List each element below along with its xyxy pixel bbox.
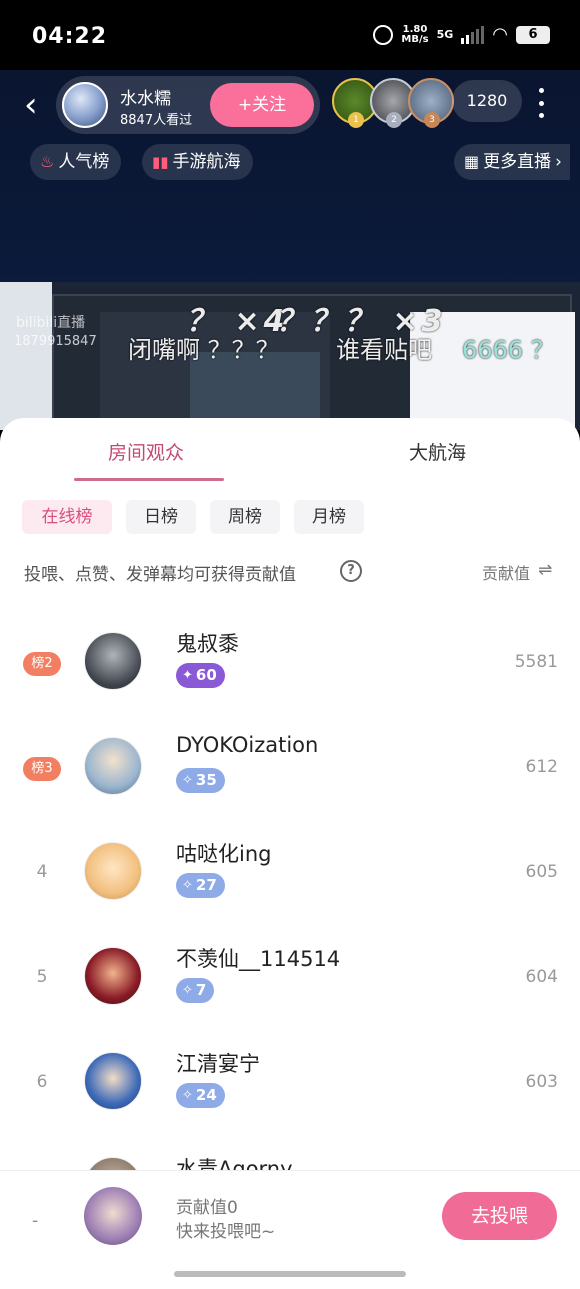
mobile-fleet-chip[interactable]: ▮▮ 手游航海 <box>142 144 253 180</box>
contribution-score: 603 <box>525 1072 558 1092</box>
feed-button[interactable]: 去投喂 <box>442 1192 557 1240</box>
signal-icon <box>461 25 485 44</box>
rank-tab-monthly[interactable]: 月榜 <box>294 500 364 534</box>
username: 咕哒化ing <box>176 842 272 866</box>
more-live-label: 更多直播 <box>483 152 552 172</box>
my-contribution: 贡献值0 <box>176 1198 238 1218</box>
level-value: 27 <box>195 876 217 894</box>
sort-swap-icon[interactable]: ⇌ <box>538 560 552 580</box>
feed-prompt: 快来投喂吧~ <box>176 1222 276 1242</box>
my-avatar[interactable] <box>84 1187 142 1245</box>
username: 鬼叔黍 <box>176 632 239 656</box>
audience-row[interactable]: 榜2 鬼叔黍 ✦ 60 5581 <box>0 618 580 722</box>
status-bar: 04:22 1.80 MB/s 5G ◠ 6 <box>0 0 580 70</box>
avatar[interactable] <box>84 1052 142 1110</box>
level-badge: ✧ 35 <box>176 768 225 793</box>
contribution-score: 612 <box>525 757 558 777</box>
stream-frame: bilibili直播 1879915847 ？ ×4 ？？？ ×3 闭嘴啊 ？？… <box>0 282 580 430</box>
top-viewer-avatar[interactable]: 3 <box>408 78 454 128</box>
level-value: 24 <box>195 1086 217 1104</box>
danmu-comment: 谁看贴吧 <box>336 336 432 364</box>
chevron-right-icon: › <box>555 152 562 172</box>
fan-level-icon: ✧ <box>182 773 193 788</box>
grid-icon: ▦ <box>464 152 480 171</box>
rank-number: 4 <box>36 862 48 882</box>
username: DYOKOization <box>176 733 319 757</box>
contribution-score: 605 <box>525 862 558 882</box>
contribution-score: 5581 <box>514 652 558 672</box>
avatar[interactable] <box>84 632 142 690</box>
level-badge: ✧ 27 <box>176 873 225 898</box>
guard-level-icon: ✦ <box>182 668 193 683</box>
level-badge: ✧ 24 <box>176 1083 225 1108</box>
username: 江清宴宁 <box>176 1052 260 1076</box>
rank-tab-online[interactable]: 在线榜 <box>22 500 112 534</box>
bar-chart-icon: ▮▮ <box>152 153 169 171</box>
danmu-comment: 闭嘴啊 ？？？ <box>128 336 280 364</box>
top-viewers[interactable]: 1 2 3 <box>332 78 454 128</box>
active-tab-indicator <box>74 478 224 481</box>
mobile-fleet-label: 手游航海 <box>172 152 241 172</box>
level-value: 7 <box>195 981 207 999</box>
rank-badge: 榜2 <box>23 652 61 676</box>
net-speed-unit: MB/s <box>401 33 429 45</box>
medal-icon: 2 <box>386 112 402 128</box>
live-video-area[interactable]: ‹ 水水糯 8847人看过 +关注 1 2 3 1280 ♨ 人气榜 ▮▮ 手游… <box>0 70 580 430</box>
avatar[interactable] <box>84 842 142 900</box>
rank-number: 6 <box>36 1072 48 1092</box>
status-time: 04:22 <box>32 24 108 49</box>
home-indicator[interactable] <box>174 1271 406 1277</box>
help-icon[interactable]: ? <box>340 560 362 582</box>
stream-left-panel <box>0 282 52 430</box>
popular-rank-chip[interactable]: ♨ 人气榜 <box>30 144 122 180</box>
alarm-icon <box>373 24 394 45</box>
rank-tab-weekly[interactable]: 周榜 <box>210 500 280 534</box>
more-live-chip[interactable]: ▦ 更多直播 › <box>454 144 570 180</box>
my-rank: - <box>32 1211 39 1231</box>
battery-icon: 6 <box>516 25 550 44</box>
contribution-score: 604 <box>525 967 558 987</box>
audience-row[interactable]: 4 咕哒化ing ✧ 27 605 <box>0 828 580 932</box>
medal-icon: 1 <box>348 112 364 128</box>
anchor-info[interactable]: 水水糯 8847人看过 +关注 <box>56 76 320 134</box>
level-badge: ✦ 60 <box>176 663 225 688</box>
rank-number: 5 <box>36 967 48 987</box>
contribution-header[interactable]: 贡献值 <box>482 560 530 584</box>
stream-uid: 1879915847 <box>14 334 97 349</box>
popular-rank-label: 人气榜 <box>58 152 110 172</box>
rank-badge: 榜3 <box>23 757 61 781</box>
avatar[interactable] <box>84 737 142 795</box>
fan-level-icon: ✧ <box>182 1088 193 1103</box>
flame-icon: ♨ <box>40 152 55 171</box>
fan-level-icon: ✧ <box>182 878 193 893</box>
audience-row[interactable]: 榜3 DYOKOization ✧ 35 612 <box>0 723 580 827</box>
anchor-avatar[interactable] <box>62 82 108 128</box>
status-icons: 1.80 MB/s 5G ◠ 6 <box>373 24 550 45</box>
level-value: 35 <box>195 771 217 789</box>
level-value: 60 <box>195 666 217 684</box>
username: 不羡仙__114514 <box>176 947 341 971</box>
stream-watermark: bilibili直播 <box>16 315 86 331</box>
medal-icon: 3 <box>424 112 440 128</box>
wifi-icon: ◠ <box>492 24 508 45</box>
avatar[interactable] <box>84 947 142 1005</box>
viewer-count[interactable]: 1280 <box>452 80 522 122</box>
danmu-comment: 6666 ？ <box>462 336 555 364</box>
contribution-hint: 投喂、点赞、发弹幕均可获得贡献值 <box>24 565 296 585</box>
level-badge: ✧ 7 <box>176 978 215 1003</box>
tab-fleet[interactable]: 大航海 <box>409 438 466 465</box>
follow-button[interactable]: +关注 <box>210 83 314 127</box>
anchor-views: 8847人看过 <box>120 113 193 128</box>
network-type: 5G <box>436 28 454 41</box>
anchor-name: 水水糯 <box>120 89 171 109</box>
fan-level-icon: ✧ <box>182 983 193 998</box>
audience-row[interactable]: 6 江清宴宁 ✧ 24 603 <box>0 1038 580 1142</box>
back-icon[interactable]: ‹ <box>24 88 38 122</box>
audience-row[interactable]: 5 不羡仙__114514 ✧ 7 604 <box>0 933 580 1037</box>
net-speed: 1.80 MB/s <box>401 24 429 45</box>
rank-tab-daily[interactable]: 日榜 <box>126 500 196 534</box>
more-icon[interactable] <box>536 88 546 118</box>
audience-sheet: 房间观众 大航海 在线榜 日榜 周榜 月榜 投喂、点赞、发弹幕均可获得贡献值 ?… <box>0 418 580 1289</box>
tab-room-audience[interactable]: 房间观众 <box>108 438 184 465</box>
